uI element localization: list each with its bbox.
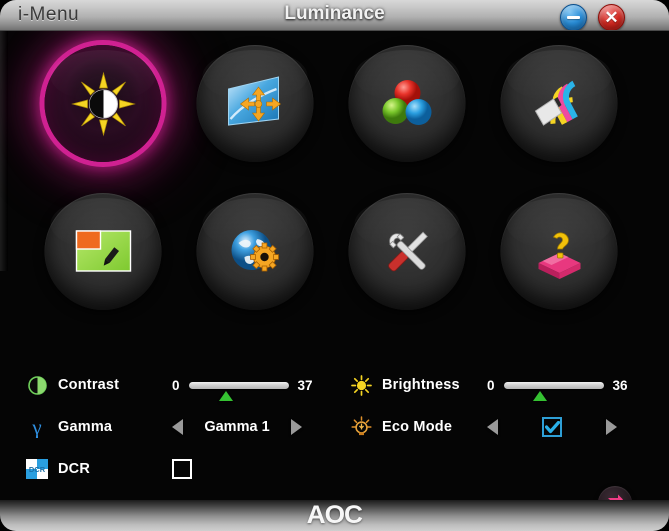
menu-item-help[interactable] [484,193,634,338]
menu-item-color-setup[interactable] [332,45,482,190]
brightness-slider-track[interactable] [503,381,604,401]
screen-pen-icon [75,229,131,272]
contrast-label: Contrast [58,377,120,393]
minimize-button[interactable] [560,4,587,31]
dcr-toggle[interactable] [172,455,192,483]
control-eco-mode: Eco Mode [348,413,452,441]
control-dcr: DCR DCR [24,455,90,483]
reset-arrows-icon [608,494,623,500]
rainbow-card-icon [534,80,578,126]
eco-mode-label: Eco Mode [382,419,453,435]
book-question-icon [538,231,580,279]
menu-icon-grid [28,45,644,335]
gamma-prev-arrow-left-icon[interactable] [172,419,183,435]
i-menu-window: i-Menu Luminance ✕ Contrast 0 37 Brightn… [0,0,669,531]
check-icon [544,420,560,433]
main-panel: Contrast 0 37 Brightness 0 36 γ Gamma Ga… [0,31,669,500]
menu-item-image-setup[interactable] [180,45,330,190]
close-button[interactable]: ✕ [598,4,625,31]
sun-icon [348,373,374,397]
sun-contrast-icon [70,71,136,136]
extra-icon-button[interactable] [348,193,466,310]
close-icon: ✕ [604,8,619,27]
eco-next-arrow-right-icon[interactable] [606,419,617,435]
screen-arrows-icon [227,75,281,126]
contrast-min: 0 [172,377,180,393]
brightness-slider[interactable]: 0 36 [487,371,628,401]
eco-mode-checkbox[interactable] [542,417,562,437]
brightness-max: 36 [612,377,628,393]
title-bar: i-Menu Luminance ✕ [0,0,669,31]
dcr-icon: DCR [24,457,50,481]
control-gamma: γ Gamma [24,413,112,441]
aoc-logo: AOC [306,501,363,529]
globe-gear-icon [231,229,279,271]
color-setup-icon-button[interactable] [348,45,466,162]
minimize-icon [561,5,586,30]
language-setup-icon-button[interactable] [196,193,314,310]
contrast-slider-track[interactable] [188,381,289,401]
control-area: Contrast 0 37 Brightness 0 36 γ Gamma Ga… [0,343,669,479]
footer-bar: AOC [0,500,669,531]
svg-text:γ: γ [31,416,41,438]
menu-item-extra[interactable] [332,193,482,338]
picture-boost-icon-button[interactable] [500,45,618,162]
svg-text:DCR: DCR [29,465,46,474]
gamma-label: Gamma [58,419,113,435]
help-icon-button[interactable] [500,193,618,310]
brightness-min: 0 [487,377,495,393]
control-contrast: Contrast [24,371,119,399]
eco-mode-selector[interactable] [487,413,617,441]
contrast-slider-thumb[interactable] [218,390,233,401]
dcr-label: DCR [58,461,91,477]
contrast-circle-icon [24,373,50,397]
eco-bulb-icon [348,415,374,439]
gamma-icon: γ [24,415,50,439]
menu-item-language-setup[interactable] [180,193,330,338]
brightness-slider-thumb[interactable] [532,390,547,401]
dcr-checkbox[interactable] [172,459,192,479]
gamma-value: Gamma 1 [204,419,270,435]
image-setup-icon-button[interactable] [196,45,314,162]
menu-item-picture-boost[interactable] [484,45,634,190]
luminance-icon-button[interactable] [44,45,162,162]
contrast-max: 37 [297,377,313,393]
control-brightness: Brightness [348,371,460,399]
gamma-selector[interactable]: Gamma 1 [172,413,302,441]
brightness-label: Brightness [382,377,460,393]
wrench-screwdriver-icon [387,231,428,271]
menu-item-luminance[interactable] [28,45,178,190]
gamma-next-arrow-right-icon[interactable] [291,419,302,435]
reset-button[interactable] [598,486,632,500]
osd-setup-icon-button[interactable] [44,193,162,310]
rgb-spheres-icon [382,79,431,125]
eco-mode-checkbox-wrap [498,417,606,437]
menu-item-osd-setup[interactable] [28,193,178,338]
contrast-slider[interactable]: 0 37 [172,371,313,401]
eco-prev-arrow-left-icon[interactable] [487,419,498,435]
